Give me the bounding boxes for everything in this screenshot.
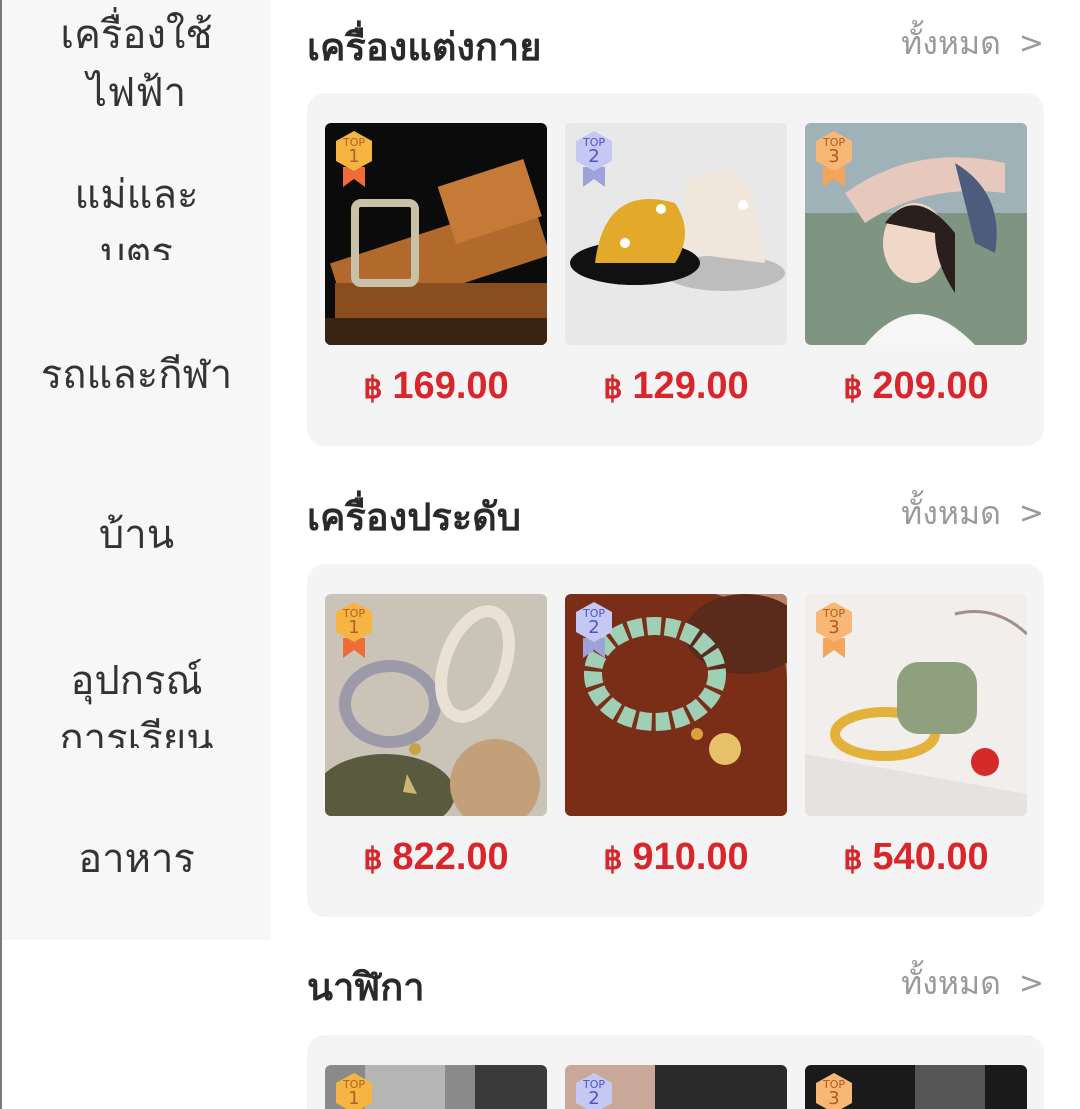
product-item[interactable]: TOP 2 ฿ 129.00: [565, 123, 787, 408]
chevron-right-icon: >: [1018, 966, 1044, 1001]
price-value: 129.00: [632, 365, 749, 407]
sidebar-item-label: บุตร: [100, 230, 173, 260]
product-price: ฿ 540.00: [805, 836, 1027, 879]
product-image[interactable]: TOP 1: [325, 123, 547, 345]
sidebar-item-label: อาหาร: [78, 836, 195, 882]
product-image[interactable]: TOP 3: [805, 1065, 1027, 1109]
section-title: เครื่องแต่งกาย: [307, 25, 542, 69]
product-image[interactable]: TOP 1: [325, 1065, 547, 1109]
sidebar-item-label: เครื่องใช้: [60, 12, 213, 58]
price-value: 540.00: [872, 836, 989, 878]
product-image[interactable]: TOP 2: [565, 594, 787, 816]
price-value: 169.00: [392, 365, 509, 407]
sidebar-item-electronics[interactable]: เครื่องใช้ ไฟฟ้า: [2, 6, 271, 124]
see-all-link[interactable]: ทั้งหมด >: [901, 488, 1044, 539]
price-value: 822.00: [392, 836, 509, 878]
product-item[interactable]: TOP 1 ฿ 822.00: [325, 594, 547, 879]
product-image[interactable]: TOP 3: [805, 123, 1027, 345]
sidebar-item-label: บ้าน: [98, 512, 175, 558]
sidebar-item-label: แม่และ: [74, 172, 199, 218]
product-item[interactable]: TOP 2 ฿ 910.00: [565, 594, 787, 879]
product-image[interactable]: TOP 1: [325, 594, 547, 816]
left-border: [0, 940, 2, 1109]
currency-symbol: ฿: [603, 372, 623, 405]
rank-number: 1: [348, 146, 360, 167]
product-image[interactable]: TOP 2: [565, 1065, 787, 1109]
rank-number: 1: [348, 1088, 360, 1109]
currency-symbol: ฿: [603, 843, 623, 876]
sidebar-item-label: อุปกรณ์: [70, 658, 203, 704]
product-card-group: TOP 1 TOP 2 TOP 3: [307, 1035, 1044, 1109]
product-image[interactable]: TOP 3: [805, 594, 1027, 816]
product-item[interactable]: TOP 3 ฿ 209.00: [805, 123, 1027, 408]
sidebar-item-label: รถและกีฬา: [40, 352, 233, 398]
product-item[interactable]: TOP 2: [565, 1065, 787, 1109]
product-item[interactable]: TOP 3: [805, 1065, 1027, 1109]
product-card-group: TOP 1 ฿ 169.00 TOP 2 ฿ 129.00 TOP 3 ฿ 20…: [307, 93, 1044, 446]
product-card-group: TOP 1 ฿ 822.00 TOP 2 ฿ 910.00 TOP 3 ฿ 54…: [307, 564, 1044, 917]
sidebar-item-label: ไฟฟ้า: [86, 70, 187, 116]
see-all-label: ทั้งหมด: [901, 24, 1001, 62]
section-title: นาฬิกา: [307, 965, 425, 1009]
currency-symbol: ฿: [843, 843, 863, 876]
price-value: 910.00: [632, 836, 749, 878]
main-content: เครื่องแต่งกาย ทั้งหมด > TOP 1 ฿ 169.00 …: [271, 0, 1080, 1109]
category-sidebar: เครื่องใช้ ไฟฟ้า แม่และ บุตร รถและกีฬา บ…: [0, 0, 271, 940]
sidebar-item-home[interactable]: บ้าน: [2, 506, 271, 566]
rank-number: 3: [828, 1088, 840, 1109]
see-all-label: ทั้งหมด: [901, 964, 1001, 1002]
currency-symbol: ฿: [843, 372, 863, 405]
product-image[interactable]: TOP 2: [565, 123, 787, 345]
chevron-right-icon: >: [1018, 496, 1044, 531]
chevron-right-icon: >: [1018, 26, 1044, 61]
rank-number: 2: [588, 1088, 600, 1109]
product-item[interactable]: TOP 3 ฿ 540.00: [805, 594, 1027, 879]
product-item[interactable]: TOP 1 ฿ 169.00: [325, 123, 547, 408]
rank-number: 3: [828, 146, 840, 167]
product-price: ฿ 169.00: [325, 365, 547, 408]
sidebar-item-food[interactable]: อาหาร: [2, 830, 271, 890]
product-price: ฿ 209.00: [805, 365, 1027, 408]
rank-number: 2: [588, 617, 600, 638]
product-price: ฿ 129.00: [565, 365, 787, 408]
product-price: ฿ 910.00: [565, 836, 787, 879]
rank-number: 2: [588, 146, 600, 167]
product-item[interactable]: TOP 1: [325, 1065, 547, 1109]
currency-symbol: ฿: [363, 372, 383, 405]
product-price: ฿ 822.00: [325, 836, 547, 879]
section-title: เครื่องประดับ: [307, 495, 521, 539]
sidebar-item-cars-sports[interactable]: รถและกีฬา: [2, 346, 271, 406]
sidebar-item-mother-baby[interactable]: แม่และ บุตร: [2, 166, 271, 260]
price-value: 209.00: [872, 365, 989, 407]
rank-number: 3: [828, 617, 840, 638]
see-all-link[interactable]: ทั้งหมด >: [901, 18, 1044, 69]
sidebar-item-stationery[interactable]: อุปกรณ์ การเรียน: [2, 652, 271, 748]
sidebar-item-label: การเรียน: [59, 716, 214, 748]
currency-symbol: ฿: [363, 843, 383, 876]
rank-number: 1: [348, 617, 360, 638]
see-all-link[interactable]: ทั้งหมด >: [901, 958, 1044, 1009]
see-all-label: ทั้งหมด: [901, 494, 1001, 532]
